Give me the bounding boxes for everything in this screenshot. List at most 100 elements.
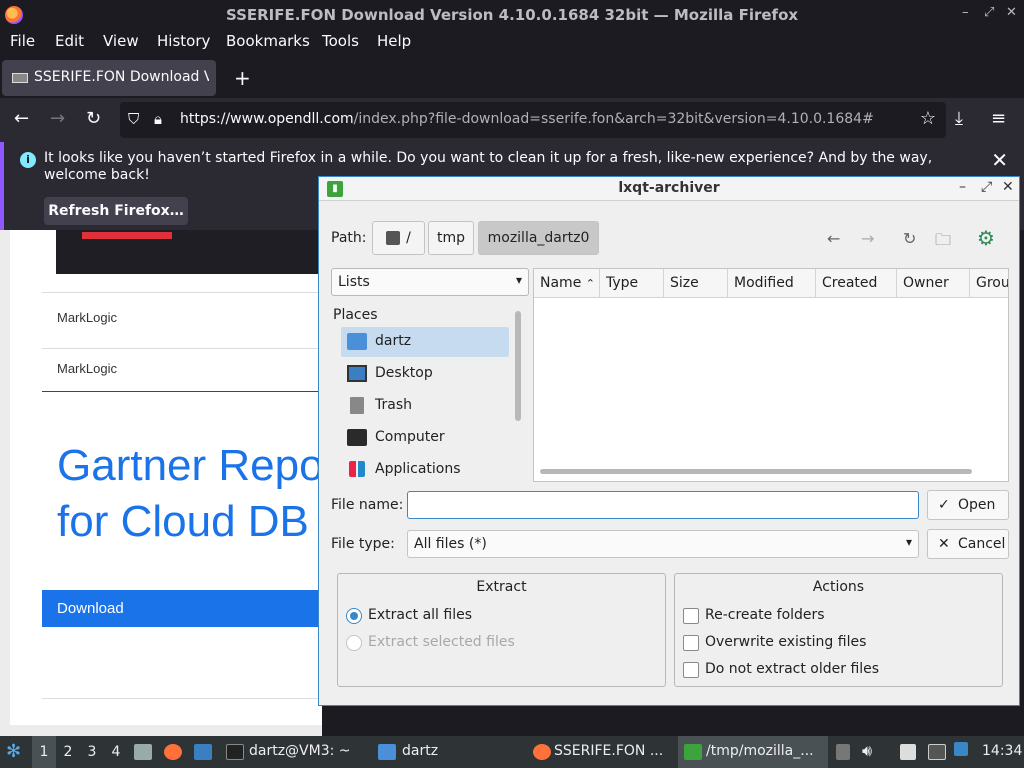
place-applications[interactable]: Applications	[341, 455, 509, 485]
cancel-button[interactable]: ✕ Cancel	[927, 529, 1009, 559]
archiver-icon	[684, 744, 702, 760]
extract-group: Extract Extract all files Extract select…	[337, 573, 666, 687]
desktop-launcher-icon[interactable]	[194, 744, 212, 760]
radio-unselected[interactable]	[346, 635, 362, 651]
terminal-icon	[226, 744, 244, 760]
hamburger-menu-icon[interactable]: ≡	[991, 108, 1006, 129]
column-name[interactable]: Name ⌃	[534, 269, 600, 298]
tab-bar: SSERIFE.FON Download V +	[0, 58, 1024, 98]
column-group[interactable]: Grou	[970, 269, 1008, 298]
vendor-label[interactable]: MarkLogic	[57, 361, 117, 376]
headline[interactable]: Gartner Repo for Cloud DB	[57, 438, 322, 550]
column-type[interactable]: Type	[600, 269, 664, 298]
task-firefox[interactable]: SSERIFE.FON ...	[528, 736, 676, 768]
menu-tools[interactable]: Tools	[322, 32, 359, 50]
menu-history[interactable]: History	[157, 32, 210, 50]
sort-up-icon: ⌃	[585, 277, 595, 290]
file-type-select[interactable]: All files (*) ▾	[407, 530, 919, 558]
path-root-button[interactable]: /	[372, 221, 425, 255]
back-icon[interactable]: ←	[14, 108, 29, 129]
places-panel: Places dartz Desktop Trash Computer Appl…	[331, 303, 523, 485]
workspace-2[interactable]: 2	[56, 736, 80, 768]
divider	[42, 698, 322, 699]
clipboard-icon[interactable]	[836, 744, 850, 760]
place-desktop[interactable]: Desktop	[341, 359, 509, 389]
new-tab-button[interactable]: +	[234, 66, 251, 90]
forward-icon[interactable]: →	[861, 229, 874, 248]
url-bar[interactable]: ⛉ 🔒︎ https://www.opendll.com/index.php?f…	[120, 102, 946, 138]
maximize-icon[interactable]: ⤢	[981, 179, 992, 195]
clock[interactable]: 14:34	[982, 743, 1022, 759]
menu-help[interactable]: Help	[377, 32, 411, 50]
downloads-icon[interactable]: ⤓	[955, 108, 963, 129]
file-name-label: File name:	[331, 497, 404, 513]
column-modified[interactable]: Modified	[728, 269, 816, 298]
network-icon[interactable]	[954, 742, 968, 756]
place-trash[interactable]: Trash	[341, 391, 509, 421]
column-size[interactable]: Size	[664, 269, 728, 298]
task-terminal[interactable]: dartz@VM3: ~	[222, 736, 372, 768]
path-segment-tmp[interactable]: tmp	[428, 221, 474, 255]
reload-icon[interactable]: ↻	[86, 108, 101, 129]
taskbar: ✻ 1 2 3 4 dartz@VM3: ~ dartz SSERIFE.FON…	[0, 736, 1024, 768]
path-label: Path:	[331, 230, 367, 246]
checkbox-unchecked[interactable]	[683, 662, 699, 678]
file-manager-launcher-icon[interactable]	[134, 744, 152, 760]
workspace-4[interactable]: 4	[104, 736, 128, 768]
shield-icon[interactable]: ⛉	[128, 110, 139, 128]
close-icon[interactable]: ✕	[1006, 5, 1017, 20]
view-mode-select[interactable]: Lists ▾	[331, 268, 529, 296]
maximize-icon[interactable]: ⤢	[984, 5, 994, 20]
forward-icon[interactable]: →	[50, 108, 65, 129]
extract-group-title: Extract	[476, 579, 527, 595]
volume-icon[interactable]: 🔊︎	[862, 741, 872, 761]
places-scrollbar[interactable]	[515, 311, 521, 421]
radio-selected[interactable]	[346, 608, 362, 624]
settings-icon[interactable]: ⚙	[977, 226, 995, 250]
workspace-1[interactable]: 1	[32, 736, 56, 768]
navigation-bar: ← → ↻ ⛉ 🔒︎ https://www.opendll.com/index…	[0, 98, 1024, 142]
notification-close-icon[interactable]: ✕	[991, 148, 1008, 172]
tab-title: SSERIFE.FON Download V	[34, 69, 209, 85]
refresh-firefox-button[interactable]: Refresh Firefox…	[44, 197, 188, 225]
minimize-icon[interactable]: –	[962, 5, 969, 20]
checkbox-unchecked[interactable]	[683, 635, 699, 651]
menu-edit[interactable]: Edit	[55, 32, 84, 50]
close-icon[interactable]: ✕	[1002, 179, 1014, 195]
place-computer[interactable]: Computer	[341, 423, 509, 453]
menu-view[interactable]: View	[103, 32, 139, 50]
open-button[interactable]: ✓ Open	[927, 490, 1009, 520]
checkbox-unchecked[interactable]	[683, 608, 699, 624]
column-created[interactable]: Created	[816, 269, 897, 298]
vendor-label[interactable]: MarkLogic	[57, 310, 117, 325]
horizontal-scrollbar[interactable]	[540, 469, 972, 474]
bookmark-star-icon[interactable]: ☆	[920, 108, 936, 129]
back-icon[interactable]: ←	[827, 229, 840, 248]
desktop-icon	[347, 365, 367, 382]
notes-icon[interactable]	[900, 744, 916, 760]
site-favicon-icon	[12, 73, 28, 83]
url-text[interactable]: https://www.opendll.com/index.php?file-d…	[180, 111, 874, 127]
download-button[interactable]: Download	[42, 590, 322, 627]
workspace-3[interactable]: 3	[80, 736, 104, 768]
menu-bookmarks[interactable]: Bookmarks	[226, 32, 310, 50]
start-menu-icon[interactable]: ✻	[6, 741, 21, 762]
tab-sserife[interactable]: SSERIFE.FON Download V	[2, 60, 216, 96]
menu-bar: File Edit View History Bookmarks Tools H…	[0, 30, 1024, 54]
minimize-icon[interactable]: –	[959, 179, 966, 195]
reload-icon[interactable]: ↻	[903, 229, 916, 248]
lock-icon[interactable]: 🔒︎	[154, 110, 162, 128]
menu-file[interactable]: File	[10, 32, 35, 50]
firefox-launcher-icon[interactable]	[164, 744, 182, 760]
dialog-title: lxqt-archiver	[618, 180, 720, 196]
task-file-manager[interactable]: dartz	[374, 736, 524, 768]
path-segment-current[interactable]: mozilla_dartz0	[478, 221, 599, 255]
column-owner[interactable]: Owner	[897, 269, 970, 298]
display-icon[interactable]	[928, 744, 946, 760]
file-name-input[interactable]	[414, 496, 914, 514]
place-dartz[interactable]: dartz	[341, 327, 509, 357]
file-list[interactable]: Name ⌃ Type Size Modified Created Owner …	[533, 268, 1009, 482]
task-archiver[interactable]: /tmp/mozilla_...	[678, 736, 828, 768]
file-name-field[interactable]	[407, 491, 919, 519]
new-folder-icon[interactable]: 🗀︎	[935, 229, 951, 256]
